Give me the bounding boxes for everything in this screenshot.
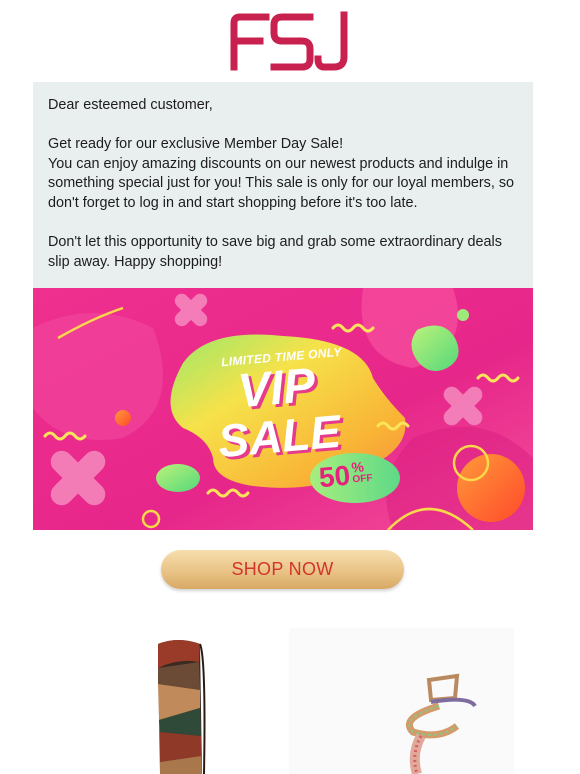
product-image-sandal[interactable] [289,628,514,774]
greeting-text: Dear esteemed customer, [48,97,213,113]
closing-text: Don't let this opportunity to save big a… [48,234,502,270]
discount-badge: 50 % OFF [317,458,373,494]
discount-off: OFF [352,472,373,486]
fsj-logo-mark [230,11,348,71]
discount-number: 50 [317,459,352,494]
vip-sale-banner[interactable]: LIMITED TIME ONLY VIP SALE 50 % OFF [33,288,533,530]
sandal-icon [405,673,477,774]
email-page: Dear esteemed customer, Get ready for ou… [0,0,580,774]
boot-icon [158,640,206,774]
product-image-boot[interactable] [60,628,285,774]
headline-text: Get ready for our exclusive Member Day S… [48,136,344,153]
body-text: You can enjoy amazing discounts on our n… [48,155,515,211]
banner-sale-text: SALE [215,404,343,468]
brand-logo[interactable] [0,8,580,74]
message-panel: Dear esteemed customer, Get ready for ou… [33,82,533,288]
shop-now-button[interactable]: SHOP NOW [161,550,404,589]
